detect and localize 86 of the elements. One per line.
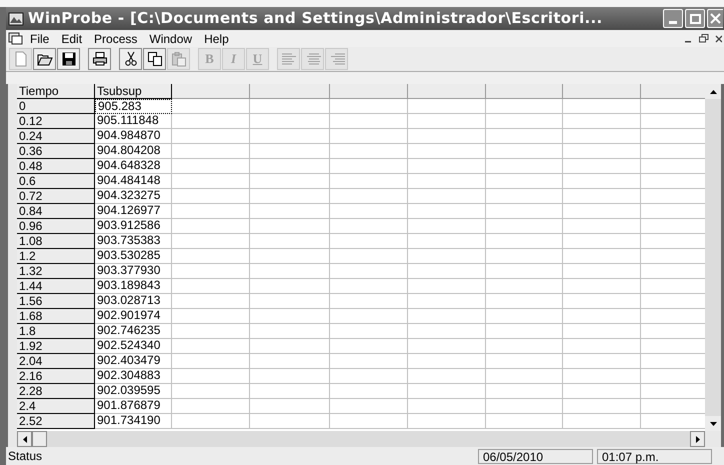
open-button[interactable] bbox=[33, 48, 56, 70]
right-arrow-icon[interactable] bbox=[696, 436, 700, 442]
app-icon bbox=[8, 10, 24, 26]
table-cell: 902.524340 bbox=[95, 339, 172, 354]
row-header[interactable]: 0 bbox=[17, 99, 95, 114]
table-cell: 902.746235 bbox=[95, 324, 172, 339]
row-header[interactable]: 1.08 bbox=[17, 234, 95, 249]
up-arrow-icon[interactable] bbox=[710, 90, 716, 94]
table-cell: 905.283 bbox=[95, 99, 172, 114]
vertical-scrollbar[interactable] bbox=[705, 84, 721, 431]
table-cell: 904.484148 bbox=[95, 174, 172, 189]
status-text: Status bbox=[8, 448, 44, 465]
row-header[interactable]: 1.8 bbox=[17, 324, 95, 339]
table-cell: 903.530285 bbox=[95, 249, 172, 264]
table-cell: 904.804208 bbox=[95, 144, 172, 159]
table-cell: 901.734190 bbox=[95, 414, 172, 429]
table-cell: 902.403479 bbox=[95, 354, 172, 369]
row-header[interactable]: 2.16 bbox=[17, 369, 95, 384]
cut-button[interactable] bbox=[119, 48, 142, 70]
row-header[interactable]: 0.72 bbox=[17, 189, 95, 204]
row-header[interactable]: 2.4 bbox=[17, 399, 95, 414]
status-time: 01:07 p.m. bbox=[597, 448, 712, 464]
copy-icon bbox=[146, 51, 162, 67]
table-cell: 903.735383 bbox=[95, 234, 172, 249]
table-cell: 903.912586 bbox=[95, 219, 172, 234]
row-header[interactable]: 0.6 bbox=[17, 174, 95, 189]
column-header[interactable]: Tiempo bbox=[17, 84, 95, 99]
row-header[interactable]: 1.32 bbox=[17, 264, 95, 279]
print-button[interactable] bbox=[88, 48, 111, 70]
left-arrow-icon[interactable] bbox=[22, 436, 26, 442]
new-icon bbox=[12, 51, 28, 67]
menu-item[interactable]: Process bbox=[88, 32, 144, 44]
save-icon bbox=[60, 51, 76, 67]
column-header[interactable]: Tsubsup bbox=[95, 84, 172, 99]
window-title: WinProbe - [C:\Documents and Settings\Administrador\Escritori... bbox=[28, 8, 603, 30]
table-cell: 901.876879 bbox=[95, 399, 172, 414]
print-icon bbox=[92, 51, 108, 67]
table-cell: 903.377930 bbox=[95, 264, 172, 279]
document-icon[interactable] bbox=[8, 32, 24, 45]
row-header[interactable]: 0.84 bbox=[17, 204, 95, 219]
row-header[interactable]: 2.28 bbox=[17, 384, 95, 399]
restore-icon[interactable] bbox=[699, 34, 709, 43]
row-header[interactable]: 0.96 bbox=[17, 219, 95, 234]
align-center-icon bbox=[304, 51, 320, 67]
row-header[interactable]: 1.56 bbox=[17, 294, 95, 309]
scroll-thumb[interactable] bbox=[32, 431, 47, 447]
table-cell: 902.901974 bbox=[95, 309, 172, 324]
table-cell: 904.984870 bbox=[95, 129, 172, 144]
table-cell: 902.039595 bbox=[95, 384, 172, 399]
close-button[interactable] bbox=[707, 9, 723, 28]
table-cell: 903.028713 bbox=[95, 294, 172, 309]
table-cell: 902.304883 bbox=[95, 369, 172, 384]
row-header[interactable]: 0.48 bbox=[17, 159, 95, 174]
paste-icon bbox=[170, 51, 186, 67]
status-date: 06/05/2010 bbox=[478, 448, 593, 464]
row-header[interactable]: 2.52 bbox=[17, 414, 95, 429]
row-header[interactable]: 1.92 bbox=[17, 339, 95, 354]
table-cell: 904.126977 bbox=[95, 204, 172, 219]
table-cell: 904.648328 bbox=[95, 159, 172, 174]
row-header[interactable]: 0.36 bbox=[17, 144, 95, 159]
row-header[interactable]: 1.2 bbox=[17, 249, 95, 264]
minimize-button[interactable] bbox=[663, 9, 683, 28]
menu-item[interactable]: Edit bbox=[55, 32, 88, 44]
row-header[interactable]: 0.24 bbox=[17, 129, 95, 144]
down-arrow-icon[interactable] bbox=[710, 422, 716, 426]
minimize-icon bbox=[669, 21, 677, 24]
menu-item[interactable]: Help bbox=[198, 32, 235, 44]
row-header[interactable]: 1.68 bbox=[17, 309, 95, 324]
row-header[interactable]: 0.12 bbox=[17, 114, 95, 129]
menu-item[interactable]: File bbox=[24, 32, 56, 44]
close-icon bbox=[710, 13, 721, 24]
maximize-icon bbox=[690, 14, 700, 24]
row-header[interactable]: 1.44 bbox=[17, 279, 95, 294]
save-button[interactable] bbox=[57, 48, 80, 70]
row-header[interactable]: 2.04 bbox=[17, 354, 95, 369]
table-cell: 904.323275 bbox=[95, 189, 172, 204]
maximize-button[interactable] bbox=[685, 9, 705, 28]
menu-item[interactable]: Window bbox=[143, 32, 198, 44]
close-icon[interactable] bbox=[715, 34, 722, 43]
cut-icon bbox=[122, 51, 138, 67]
table-cell: 905.111848 bbox=[95, 114, 172, 129]
align-right-icon bbox=[328, 51, 344, 67]
table-cell: 903.189843 bbox=[95, 279, 172, 294]
horizontal-scrollbar[interactable] bbox=[17, 431, 705, 447]
copy-button[interactable] bbox=[143, 48, 166, 70]
align-left-icon bbox=[280, 51, 296, 67]
